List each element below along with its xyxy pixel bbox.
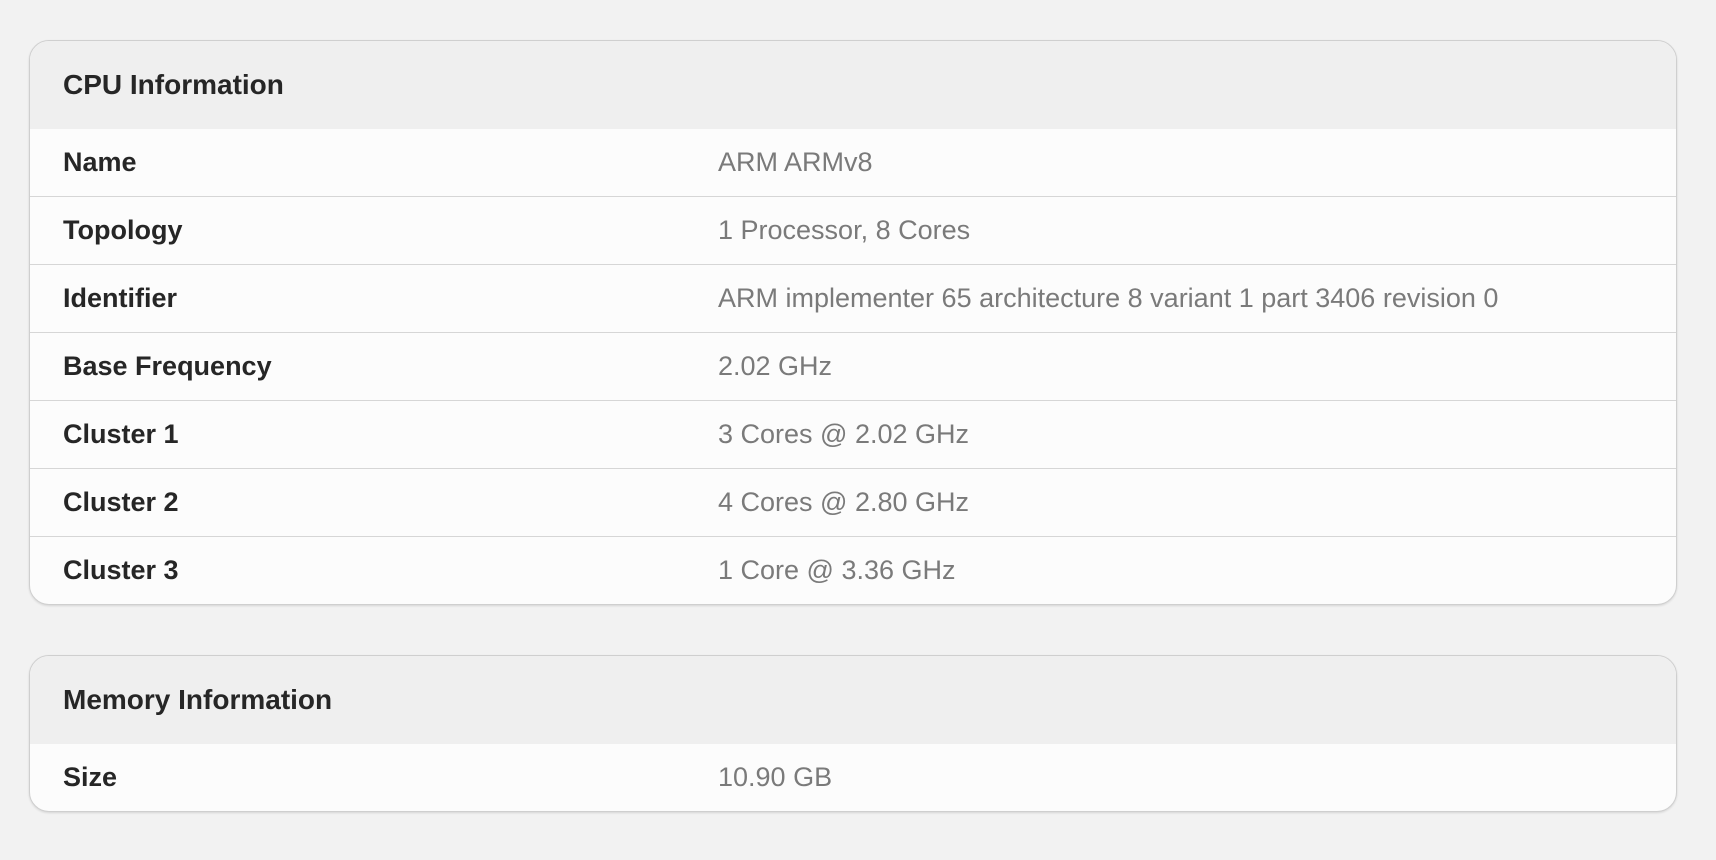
table-row: Topology 1 Processor, 8 Cores	[30, 196, 1676, 264]
table-row: Cluster 2 4 Cores @ 2.80 GHz	[30, 468, 1676, 536]
cpu-cluster-2-value: 4 Cores @ 2.80 GHz	[718, 487, 970, 517]
memory-size-value: 10.90 GB	[718, 762, 833, 792]
cpu-base-frequency-value: 2.02 GHz	[718, 351, 833, 381]
cpu-cluster-3-label: Cluster 3	[63, 555, 179, 585]
cpu-base-frequency-label: Base Frequency	[63, 351, 272, 381]
cpu-information-card: CPU Information Name ARM ARMv8 Topology …	[29, 40, 1677, 605]
cpu-cluster-3-value: 1 Core @ 3.36 GHz	[718, 555, 956, 585]
table-row: Name ARM ARMv8	[30, 129, 1676, 196]
system-info-page: CPU Information Name ARM ARMv8 Topology …	[29, 40, 1677, 812]
table-row: Base Frequency 2.02 GHz	[30, 332, 1676, 400]
memory-information-card: Memory Information Size 10.90 GB	[29, 655, 1677, 812]
cpu-cluster-1-label: Cluster 1	[63, 419, 179, 449]
cpu-topology-value: 1 Processor, 8 Cores	[718, 215, 971, 245]
memory-information-heading: Memory Information	[30, 656, 1676, 744]
cpu-name-value: ARM ARMv8	[718, 147, 873, 177]
table-row: Size 10.90 GB	[30, 744, 1676, 811]
cpu-topology-label: Topology	[63, 215, 183, 245]
cpu-information-heading: CPU Information	[30, 41, 1676, 129]
cpu-name-label: Name	[63, 147, 137, 177]
cpu-cluster-1-value: 3 Cores @ 2.02 GHz	[718, 419, 970, 449]
table-row: Cluster 3 1 Core @ 3.36 GHz	[30, 536, 1676, 604]
table-row: Identifier ARM implementer 65 architectu…	[30, 264, 1676, 332]
cpu-cluster-2-label: Cluster 2	[63, 487, 179, 517]
cpu-identifier-label: Identifier	[63, 283, 178, 313]
cpu-identifier-value: ARM implementer 65 architecture 8 varian…	[718, 283, 1499, 313]
memory-size-label: Size	[63, 762, 118, 792]
table-row: Cluster 1 3 Cores @ 2.02 GHz	[30, 400, 1676, 468]
